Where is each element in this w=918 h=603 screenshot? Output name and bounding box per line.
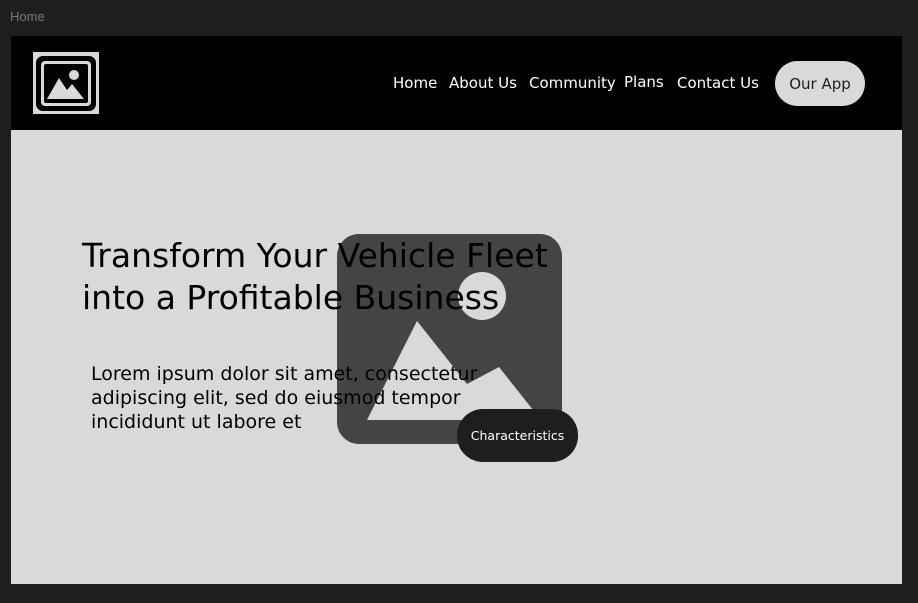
home-frame: Home About Us Community Plans Contact Us… bbox=[11, 36, 902, 584]
nav-plans[interactable]: Plans bbox=[624, 73, 664, 91]
nav-community[interactable]: Community bbox=[529, 74, 616, 92]
nav-home[interactable]: Home bbox=[393, 74, 437, 92]
nav-about-us[interactable]: About Us bbox=[449, 74, 517, 92]
hero-description: Lorem ipsum dolor sit amet, consectetur … bbox=[91, 363, 478, 433]
navbar: Home About Us Community Plans Contact Us… bbox=[11, 36, 902, 130]
characteristics-button[interactable]: Characteristics bbox=[457, 409, 578, 462]
page-label: Home bbox=[10, 9, 45, 24]
logo[interactable] bbox=[33, 52, 99, 114]
nav-contact-us[interactable]: Contact Us bbox=[677, 74, 759, 92]
hero-title: Transform Your Vehicle Fleet into a Prof… bbox=[82, 236, 548, 317]
image-placeholder-icon bbox=[36, 56, 96, 111]
our-app-button[interactable]: Our App bbox=[775, 61, 865, 106]
